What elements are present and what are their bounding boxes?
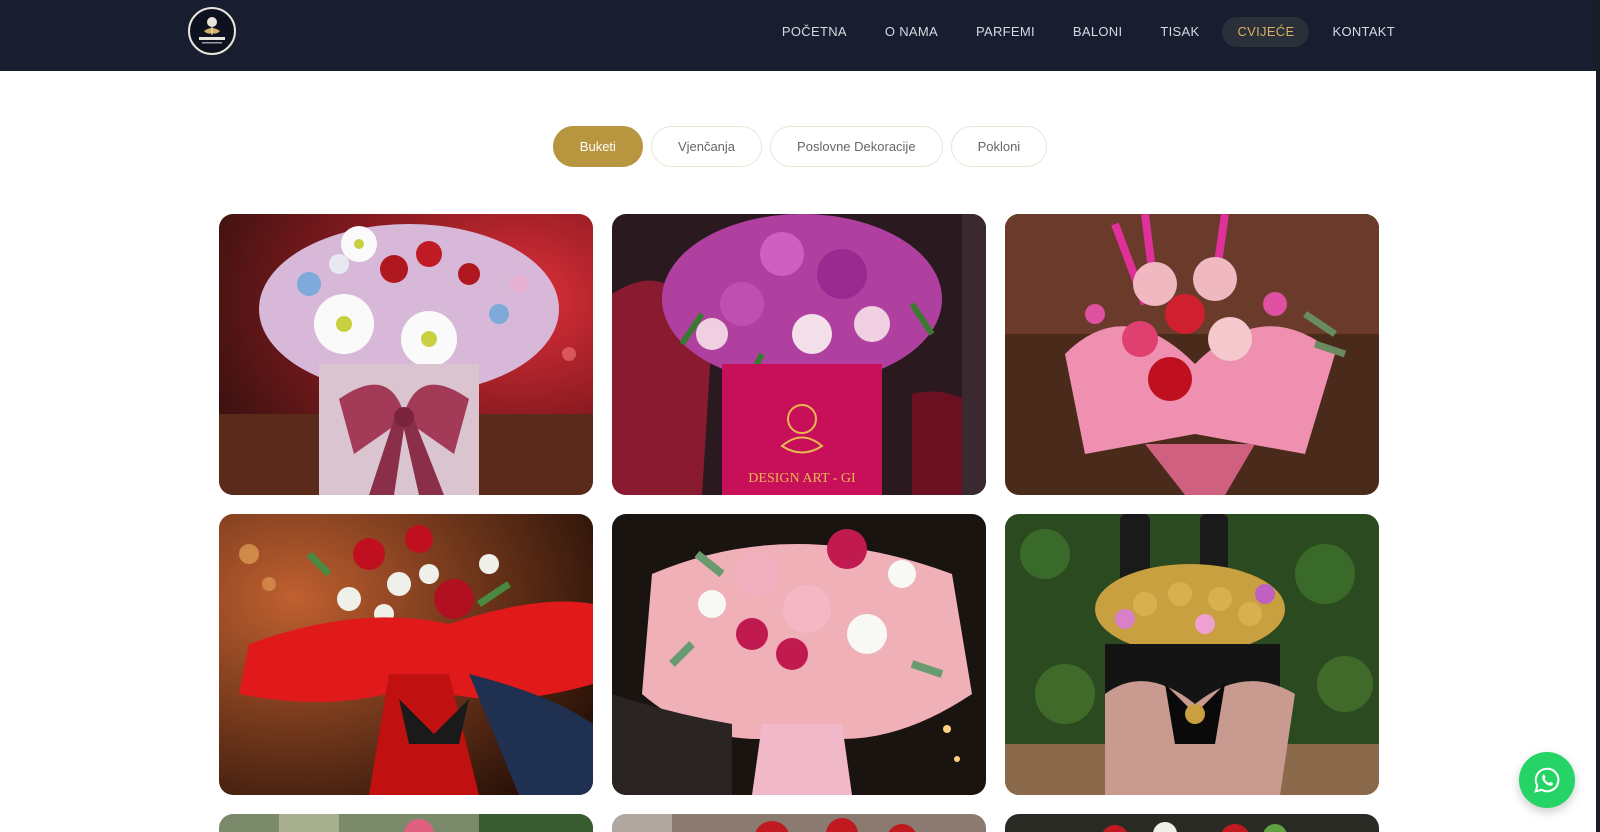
gallery-photo[interactable] [219,214,593,495]
whatsapp-icon [1534,767,1560,793]
filter-buketi-button[interactable]: Buketi [552,126,643,167]
gallery-photo[interactable] [219,814,593,832]
logo-icon [199,17,225,44]
filter-pokloni-button[interactable]: Pokloni [950,126,1048,167]
nav-item-tisak[interactable]: TISAK [1145,17,1214,47]
category-filters: Buketi Vjenčanja Poslovne Dekoracije Pok… [0,126,1600,167]
gallery-photo[interactable] [1005,814,1379,832]
photo-gallery: DESIGN ART - GI [219,214,1381,832]
nav-item-pocetna[interactable]: POČETNA [767,17,862,47]
pink-roses-photo [612,514,986,795]
chocolate-gift-box-photo [1005,514,1379,795]
logo[interactable] [188,7,236,55]
filter-vjencanja-button[interactable]: Vjenčanja [650,126,763,167]
nav-item-baloni[interactable]: BALONI [1058,17,1137,47]
box-print-text: DESIGN ART - GI [748,471,856,486]
nav-item-o-nama[interactable]: O NAMA [870,17,953,47]
partial-photo [219,814,593,832]
site-header: POČETNA O NAMA PARFEMI BALONI TISAK CVIJ… [0,0,1600,71]
filter-poslovne-dekoracije-button[interactable]: Poslovne Dekoracije [770,126,943,167]
nav-item-parfemi[interactable]: PARFEMI [961,17,1050,47]
flower-bouquet-photo [219,214,593,495]
gallery-photo[interactable] [1005,214,1379,495]
whatsapp-chat-button[interactable] [1519,752,1575,808]
page: POČETNA O NAMA PARFEMI BALONI TISAK CVIJ… [0,0,1600,832]
gallery-photo[interactable] [612,814,986,832]
partial-photo [1005,814,1379,832]
gallery-photo[interactable] [219,514,593,795]
red-bouquet-photo [219,514,593,795]
flower-box-photo: DESIGN ART - GI [612,214,986,495]
partial-photo [612,814,986,832]
pink-bouquet-photo [1005,214,1379,495]
gallery-photo[interactable] [612,514,986,795]
nav-item-cvijece[interactable]: CVIJEĆE [1222,17,1310,47]
main-nav: POČETNA O NAMA PARFEMI BALONI TISAK CVIJ… [767,17,1410,47]
nav-item-kontakt[interactable]: KONTAKT [1317,17,1410,47]
window-edge [1596,0,1600,832]
gallery-photo[interactable]: DESIGN ART - GI [612,214,986,495]
gallery-photo[interactable] [1005,514,1379,795]
